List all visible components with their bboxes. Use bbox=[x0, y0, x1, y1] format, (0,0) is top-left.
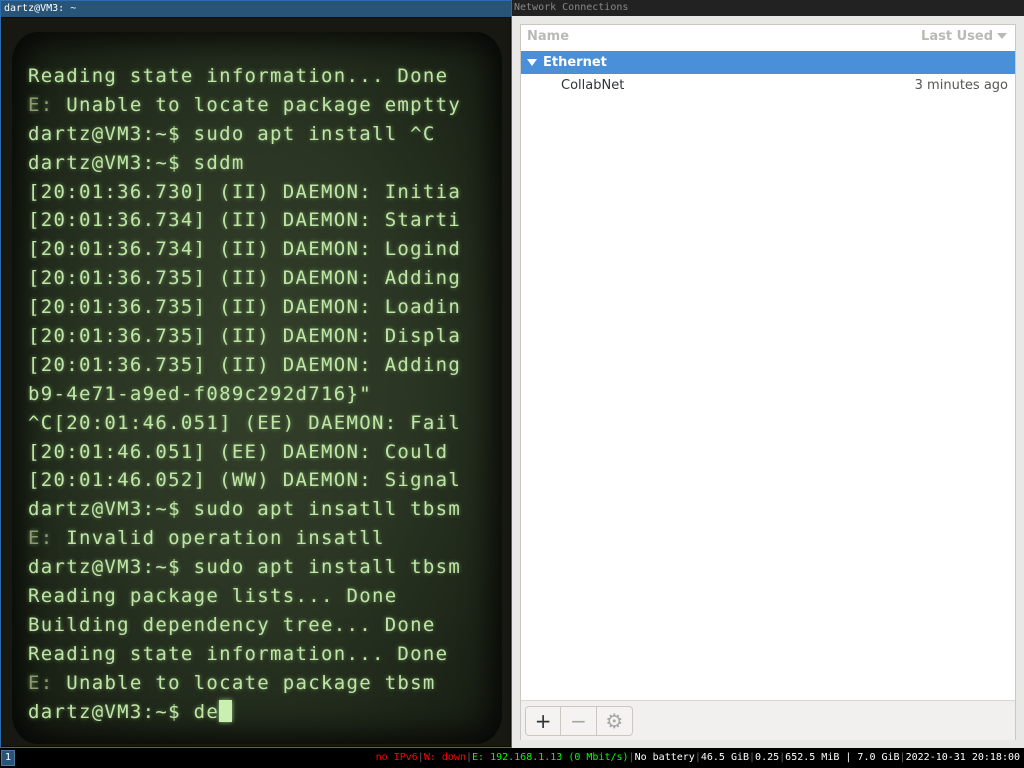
terminal-line: [20:01:36.730] (II) DAEMON: Initia bbox=[28, 180, 462, 203]
group-label: Ethernet bbox=[543, 55, 607, 70]
terminal-line: Building dependency tree... Done bbox=[28, 613, 436, 636]
column-last-used-label: Last Used bbox=[921, 29, 993, 44]
column-last-used-header[interactable]: Last Used bbox=[921, 25, 1007, 49]
load-status: 0.25 bbox=[755, 752, 780, 763]
network-window-title[interactable]: Network Connections bbox=[512, 0, 1024, 16]
terminal-line: [20:01:46.052] (WW) DAEMON: Signal bbox=[28, 469, 462, 492]
crt-bezel: Reading state information... Done E: Una… bbox=[2, 18, 510, 746]
terminal-line: E: Unable to locate package emptty bbox=[28, 93, 462, 116]
error-prefix: E: bbox=[28, 527, 54, 550]
column-header: Name Last Used bbox=[521, 25, 1015, 52]
terminal-line: [20:01:36.735] (II) DAEMON: Adding bbox=[28, 267, 462, 290]
error-prefix: E: bbox=[28, 671, 54, 694]
group-row-ethernet[interactable]: Ethernet bbox=[521, 51, 1015, 74]
terminal-title[interactable]: dartz@VM3: ~ bbox=[1, 1, 511, 17]
terminal-screen[interactable]: Reading state information... Done E: Una… bbox=[12, 32, 502, 744]
status-items: no IPv6|W: down|E: 192.168.1.13 (0 Mbit/… bbox=[375, 752, 1020, 763]
terminal-line: dartz@VM3:~$ sudo apt install tbsm bbox=[28, 556, 462, 579]
text-cursor bbox=[219, 699, 233, 722]
terminal-line: [20:01:36.734] (II) DAEMON: Logind bbox=[28, 238, 462, 261]
memory-status: 652.5 MiB bbox=[785, 752, 840, 763]
add-connection-button[interactable]: + bbox=[526, 707, 562, 735]
terminal-output: Reading state information... Done E: Una… bbox=[28, 62, 461, 726]
memory-total-status: 7.0 GiB bbox=[857, 752, 900, 763]
expander-open-icon[interactable] bbox=[527, 59, 537, 66]
connections-toolbar: + − ⚙ bbox=[521, 700, 1015, 740]
terminal-input[interactable]: dartz@VM3:~$ de bbox=[28, 701, 219, 723]
terminal-line: dartz@VM3:~$ sudo apt insatll tbsm bbox=[28, 498, 462, 521]
terminal-line: Reading package lists... Done bbox=[28, 585, 398, 608]
terminal-line: b9-4e71-a9ed-f089c292d716}" bbox=[28, 382, 372, 405]
terminal-line: [20:01:36.734] (II) DAEMON: Starti bbox=[28, 209, 462, 232]
terminal-line: Reading state information... Done bbox=[28, 642, 449, 665]
terminal-line: Reading state information... Done bbox=[28, 65, 449, 87]
wireless-status: W: down bbox=[423, 752, 466, 763]
settings-gear-icon[interactable]: ⚙ bbox=[597, 707, 632, 735]
terminal-line: E: Unable to locate package tbsm bbox=[28, 671, 436, 694]
column-name-header[interactable]: Name bbox=[527, 25, 569, 49]
terminal-line: E: Invalid operation insatll bbox=[28, 527, 385, 550]
ethernet-status: E: 192.168.1.13 (0 Mbit/s) bbox=[472, 752, 629, 763]
terminal-line: dartz@VM3:~$ sddm bbox=[28, 151, 245, 174]
connection-row-collabnet[interactable]: CollabNet 3 minutes ago bbox=[521, 74, 1015, 97]
terminal-line: [20:01:46.051] (EE) DAEMON: Could bbox=[28, 440, 449, 463]
terminal-line: [20:01:36.735] (II) DAEMON: Loadin bbox=[28, 296, 462, 319]
terminal-line: ^C[20:01:46.051] (EE) DAEMON: Fail bbox=[28, 411, 462, 434]
connections-list[interactable]: Name Last Used Ethernet CollabNet 3 minu… bbox=[520, 24, 1016, 740]
toolbar-button-group: + − ⚙ bbox=[525, 706, 633, 736]
disk-status: 46.5 GiB bbox=[700, 752, 750, 763]
error-prefix: E: bbox=[28, 93, 54, 116]
terminal-line: [20:01:36.735] (II) DAEMON: Adding bbox=[28, 353, 462, 376]
sort-descending-icon bbox=[997, 33, 1007, 39]
connection-last-used: 3 minutes ago bbox=[914, 78, 1008, 93]
workspace-button[interactable]: 1 bbox=[1, 750, 15, 766]
battery-status: No battery bbox=[634, 752, 695, 763]
status-bar: 1 no IPv6|W: down|E: 192.168.1.13 (0 Mbi… bbox=[0, 748, 1024, 768]
terminal-line: [20:01:36.735] (II) DAEMON: Displa bbox=[28, 325, 462, 348]
network-connections-window[interactable]: Network Connections Name Last Used Ether… bbox=[512, 0, 1024, 748]
connection-name: CollabNet bbox=[561, 78, 625, 93]
terminal-window[interactable]: dartz@VM3: ~ Reading state information..… bbox=[0, 0, 512, 748]
datetime-status: 2022-10-31 20:18:00 bbox=[905, 752, 1020, 763]
terminal-line: dartz@VM3:~$ sudo apt install ^C bbox=[28, 122, 436, 145]
terminal-prompt-line[interactable]: dartz@VM3:~$ de bbox=[28, 698, 461, 727]
remove-connection-button[interactable]: − bbox=[561, 707, 597, 735]
ipv6-status: no IPv6 bbox=[375, 752, 418, 763]
